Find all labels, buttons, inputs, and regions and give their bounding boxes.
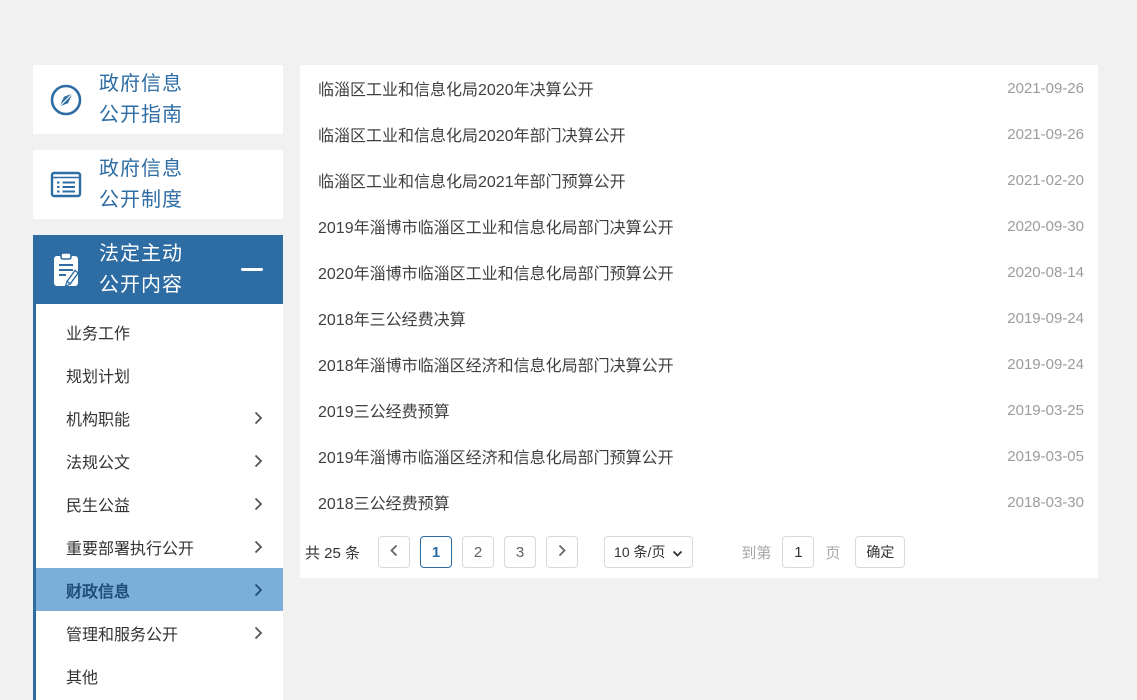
chevron-right-icon bbox=[254, 583, 263, 597]
sidebar-item-key-deployment[interactable]: 重要部署执行公开 bbox=[36, 525, 283, 568]
list-item[interactable]: 2018年淄博市临淄区经济和信息化局部门决算公开 2019-09-24 bbox=[300, 341, 1098, 387]
article-title: 2018三公经费预算 bbox=[318, 490, 450, 514]
goto-page-input[interactable] bbox=[782, 536, 814, 568]
chevron-right-icon bbox=[254, 626, 263, 640]
sidebar-item-label: 财政信息 bbox=[66, 578, 130, 602]
sidebar-item-business-work[interactable]: 业务工作 bbox=[36, 310, 283, 353]
sidebar-card-gov-info-system[interactable]: 政府信息 公开制度 bbox=[33, 150, 283, 219]
page-size-label: 10 条/页 bbox=[614, 542, 665, 562]
article-date: 2019-03-25 bbox=[1007, 402, 1084, 419]
clipboard-pen-icon bbox=[33, 250, 99, 290]
sidebar-item-org-functions[interactable]: 机构职能 bbox=[36, 396, 283, 439]
next-page-button[interactable] bbox=[546, 536, 578, 568]
chevron-down-icon bbox=[672, 544, 683, 560]
section-label-line2: 公开内容 bbox=[99, 274, 183, 296]
article-date: 2019-03-05 bbox=[1007, 448, 1084, 465]
page-button-3[interactable]: 3 bbox=[504, 536, 536, 568]
card-label-line1: 政府信息 bbox=[99, 158, 183, 180]
minus-icon[interactable] bbox=[241, 268, 263, 271]
chevron-right-icon bbox=[254, 411, 263, 425]
goto-page-prefix: 到第 bbox=[741, 542, 771, 563]
article-title: 临淄区工业和信息化局2020年部门决算公开 bbox=[318, 122, 626, 146]
sidebar-item-label: 业务工作 bbox=[66, 320, 130, 344]
sidebar: 政府信息 公开指南 政府信息 公开制度 bbox=[33, 65, 283, 700]
sidebar-item-label: 规划计划 bbox=[66, 363, 130, 387]
article-title: 临淄区工业和信息化局2020年决算公开 bbox=[318, 76, 594, 100]
page-size-select[interactable]: 10 条/页 bbox=[604, 536, 693, 568]
sidebar-item-label: 民生公益 bbox=[66, 492, 130, 516]
list-item[interactable]: 2018三公经费预算 2018-03-30 bbox=[300, 479, 1098, 525]
list-item[interactable]: 2018年三公经费决算 2019-09-24 bbox=[300, 295, 1098, 341]
list-item[interactable]: 临淄区工业和信息化局2020年决算公开 2021-09-26 bbox=[300, 65, 1098, 111]
card-label-line1: 政府信息 bbox=[99, 73, 183, 95]
card-label-line2: 公开制度 bbox=[99, 189, 183, 211]
article-title: 2020年淄博市临淄区工业和信息化局部门预算公开 bbox=[318, 260, 674, 284]
sidebar-card-gov-info-guide[interactable]: 政府信息 公开指南 bbox=[33, 65, 283, 134]
list-item[interactable]: 临淄区工业和信息化局2020年部门决算公开 2021-09-26 bbox=[300, 111, 1098, 157]
article-date: 2021-09-26 bbox=[1007, 80, 1084, 97]
page-button-2[interactable]: 2 bbox=[462, 536, 494, 568]
chevron-right-icon bbox=[254, 454, 263, 468]
ledger-icon bbox=[33, 168, 99, 202]
sidebar-submenu: 业务工作 规划计划 机构职能 法规公文 民生公益 bbox=[33, 304, 283, 700]
compass-icon bbox=[33, 82, 99, 118]
chevron-right-icon bbox=[254, 497, 263, 511]
page: 政府信息 公开指南 政府信息 公开制度 bbox=[0, 0, 1137, 700]
sidebar-card-label: 政府信息 公开制度 bbox=[99, 154, 183, 216]
sidebar-item-label: 管理和服务公开 bbox=[66, 621, 178, 645]
sidebar-item-fiscal-info[interactable]: 财政信息 bbox=[36, 568, 283, 611]
sidebar-item-regulations[interactable]: 法规公文 bbox=[36, 439, 283, 482]
article-title: 2018年三公经费决算 bbox=[318, 306, 466, 330]
article-title: 2018年淄博市临淄区经济和信息化局部门决算公开 bbox=[318, 352, 674, 376]
sidebar-item-label: 机构职能 bbox=[66, 406, 130, 430]
article-date: 2021-09-26 bbox=[1007, 126, 1084, 143]
list-item[interactable]: 2019三公经费预算 2019-03-25 bbox=[300, 387, 1098, 433]
sidebar-item-label: 其他 bbox=[66, 664, 98, 688]
pagination-total: 共 25 条 bbox=[305, 542, 360, 563]
page-button-1[interactable]: 1 bbox=[420, 536, 452, 568]
article-title: 2019年淄博市临淄区经济和信息化局部门预算公开 bbox=[318, 444, 674, 468]
article-date: 2020-09-30 bbox=[1007, 218, 1084, 235]
list-item[interactable]: 2019年淄博市临淄区工业和信息化局部门决算公开 2020-09-30 bbox=[300, 203, 1098, 249]
chevron-right-icon bbox=[254, 540, 263, 554]
article-date: 2019-09-24 bbox=[1007, 310, 1084, 327]
card-label-line2: 公开指南 bbox=[99, 104, 183, 126]
sidebar-item-other[interactable]: 其他 bbox=[36, 654, 283, 697]
list-item[interactable]: 临淄区工业和信息化局2021年部门预算公开 2021-02-20 bbox=[300, 157, 1098, 203]
article-list-panel: 临淄区工业和信息化局2020年决算公开 2021-09-26 临淄区工业和信息化… bbox=[300, 65, 1098, 578]
chevron-left-icon bbox=[390, 544, 398, 561]
article-date: 2021-02-20 bbox=[1007, 172, 1084, 189]
article-date: 2018-03-30 bbox=[1007, 494, 1084, 511]
sidebar-section-label: 法定主动 公开内容 bbox=[99, 239, 183, 301]
article-date: 2020-08-14 bbox=[1007, 264, 1084, 281]
sidebar-item-management-service[interactable]: 管理和服务公开 bbox=[36, 611, 283, 654]
goto-page-suffix: 页 bbox=[825, 542, 840, 563]
sidebar-item-planning[interactable]: 规划计划 bbox=[36, 353, 283, 396]
sidebar-item-label: 重要部署执行公开 bbox=[66, 535, 194, 559]
article-title: 2019年淄博市临淄区工业和信息化局部门决算公开 bbox=[318, 214, 674, 238]
confirm-button[interactable]: 确定 bbox=[855, 536, 905, 568]
article-title: 临淄区工业和信息化局2021年部门预算公开 bbox=[318, 168, 626, 192]
article-date: 2019-09-24 bbox=[1007, 356, 1084, 373]
chevron-right-icon bbox=[558, 544, 566, 561]
sidebar-item-livelihood[interactable]: 民生公益 bbox=[36, 482, 283, 525]
list-item[interactable]: 2019年淄博市临淄区经济和信息化局部门预算公开 2019-03-05 bbox=[300, 433, 1098, 479]
sidebar-item-label: 法规公文 bbox=[66, 449, 130, 473]
section-label-line1: 法定主动 bbox=[99, 243, 183, 265]
article-title: 2019三公经费预算 bbox=[318, 398, 450, 422]
prev-page-button[interactable] bbox=[378, 536, 410, 568]
sidebar-section-statutory-disclosure[interactable]: 法定主动 公开内容 bbox=[33, 235, 283, 304]
list-item[interactable]: 2020年淄博市临淄区工业和信息化局部门预算公开 2020-08-14 bbox=[300, 249, 1098, 295]
sidebar-card-label: 政府信息 公开指南 bbox=[99, 69, 183, 131]
pagination: 共 25 条 1 2 3 10 条/页 到第 bbox=[305, 536, 1098, 568]
